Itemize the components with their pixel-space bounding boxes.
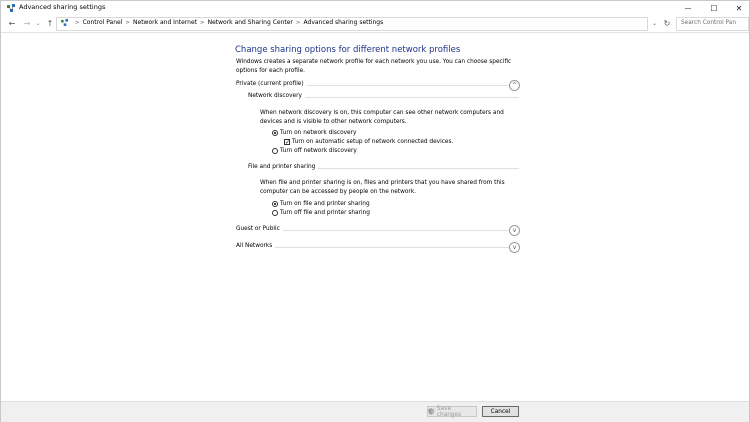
search-placeholder: Search Control Pan [681, 20, 737, 26]
forward-button[interactable]: → [22, 17, 32, 29]
option-label: Turn on automatic setup of network conne… [292, 139, 454, 145]
group-label-network-discovery: Network discovery [248, 93, 305, 99]
control-panel-icon [61, 19, 69, 26]
file-printer-sharing-description: When file and printer sharing is on, fil… [260, 180, 505, 195]
address-dropdown-button[interactable]: ⌄ [650, 17, 659, 29]
breadcrumb-separator-icon: > [125, 19, 131, 26]
option-label: Turn off file and printer sharing [280, 210, 370, 216]
profile-header-guest-public[interactable]: Guest or Public v [236, 225, 520, 236]
address-toolbar: ← → ⌄ ↑ > Control Panel > Network and In… [1, 15, 749, 33]
network-discovery-description: When network discovery is on, this compu… [260, 110, 504, 125]
recent-locations-button[interactable]: ⌄ [34, 17, 42, 29]
page-description: Windows creates a separate network profi… [236, 59, 512, 74]
page-title: Change sharing options for different net… [235, 45, 461, 55]
option-label: Turn on network discovery [280, 130, 357, 136]
chevron-up-icon[interactable]: ^ [509, 80, 520, 91]
chevron-down-icon[interactable]: v [509, 225, 520, 236]
minimize-button[interactable]: — [675, 1, 701, 15]
group-header-network-discovery: Network discovery [248, 92, 519, 102]
radio-turn-on-network-discovery[interactable]: Turn on network discovery [272, 129, 356, 137]
group-label-file-printer-sharing: File and printer sharing [248, 164, 319, 170]
cancel-button[interactable]: Cancel [482, 406, 519, 417]
breadcrumb-network-and-internet[interactable]: Network and Internet [133, 19, 197, 26]
profile-label-private: Private (current profile) [236, 81, 307, 87]
radio-selected-icon[interactable] [272, 130, 278, 136]
radio-unselected-icon[interactable] [272, 148, 278, 154]
breadcrumb-separator-icon: > [295, 19, 301, 26]
profile-header-private[interactable]: Private (current profile) ^ [236, 80, 520, 91]
radio-turn-off-network-discovery[interactable]: Turn off network discovery [272, 147, 357, 155]
radio-turn-on-file-printer-sharing[interactable]: Turn on file and printer sharing [272, 200, 370, 208]
breadcrumb-control-panel[interactable]: Control Panel [83, 19, 123, 26]
checkbox-checked-icon[interactable]: ✓ [284, 139, 290, 146]
maximize-button[interactable]: ☐ [701, 1, 727, 15]
profile-label-guest-public: Guest or Public [236, 226, 283, 232]
chevron-down-icon: ⌄ [35, 19, 41, 27]
refresh-icon: ↻ [663, 18, 671, 28]
network-sharing-icon [7, 4, 15, 12]
radio-unselected-icon[interactable] [272, 210, 278, 216]
up-arrow-icon: ↑ [46, 18, 54, 28]
chevron-down-icon: ⌄ [651, 19, 658, 27]
back-arrow-icon: ← [8, 18, 16, 28]
close-icon: ✕ [735, 3, 743, 13]
profile-label-all-networks: All Networks [236, 243, 276, 249]
close-button[interactable]: ✕ [726, 1, 750, 15]
option-label: Turn off network discovery [280, 148, 357, 154]
group-header-file-printer-sharing: File and printer sharing [248, 163, 519, 173]
back-button[interactable]: ← [7, 17, 17, 29]
uac-shield-icon [428, 408, 435, 415]
radio-turn-off-file-printer-sharing[interactable]: Turn off file and printer sharing [272, 209, 370, 217]
minimize-icon: — [684, 4, 692, 12]
chevron-down-icon[interactable]: v [509, 242, 520, 253]
up-button[interactable]: ↑ [45, 17, 55, 29]
breadcrumb-network-and-sharing-center[interactable]: Network and Sharing Center [208, 19, 293, 26]
window-title: Advanced sharing settings [19, 3, 106, 11]
search-input[interactable]: Search Control Pan [676, 17, 749, 31]
save-changes-label: Save changes [436, 405, 462, 418]
maximize-icon: ☐ [710, 3, 718, 13]
title-bar: Advanced sharing settings — ☐ ✕ [1, 1, 749, 15]
footer-bar: Save changes Cancel [1, 401, 749, 422]
option-label: Turn on file and printer sharing [280, 201, 370, 207]
main-content: Change sharing options for different net… [1, 33, 749, 401]
window: Advanced sharing settings — ☐ ✕ ← → ⌄ ↑ … [0, 0, 750, 422]
breadcrumb-separator-icon: > [200, 19, 205, 26]
forward-arrow-icon: → [23, 18, 31, 28]
breadcrumb-advanced-sharing-settings[interactable]: Advanced sharing settings [304, 19, 384, 26]
address-bar[interactable]: > Control Panel > Network and Internet >… [56, 17, 648, 31]
save-changes-button[interactable]: Save changes [427, 405, 477, 418]
divider [236, 247, 509, 248]
cancel-label: Cancel [490, 408, 511, 415]
radio-selected-icon[interactable] [272, 201, 278, 207]
refresh-button[interactable]: ↻ [662, 17, 672, 29]
breadcrumb: > Control Panel > Network and Internet >… [61, 19, 383, 26]
profile-header-all-networks[interactable]: All Networks v [236, 242, 520, 253]
breadcrumb-separator-icon: > [75, 19, 80, 26]
checkbox-automatic-setup[interactable]: ✓ Turn on automatic setup of network con… [284, 138, 453, 146]
